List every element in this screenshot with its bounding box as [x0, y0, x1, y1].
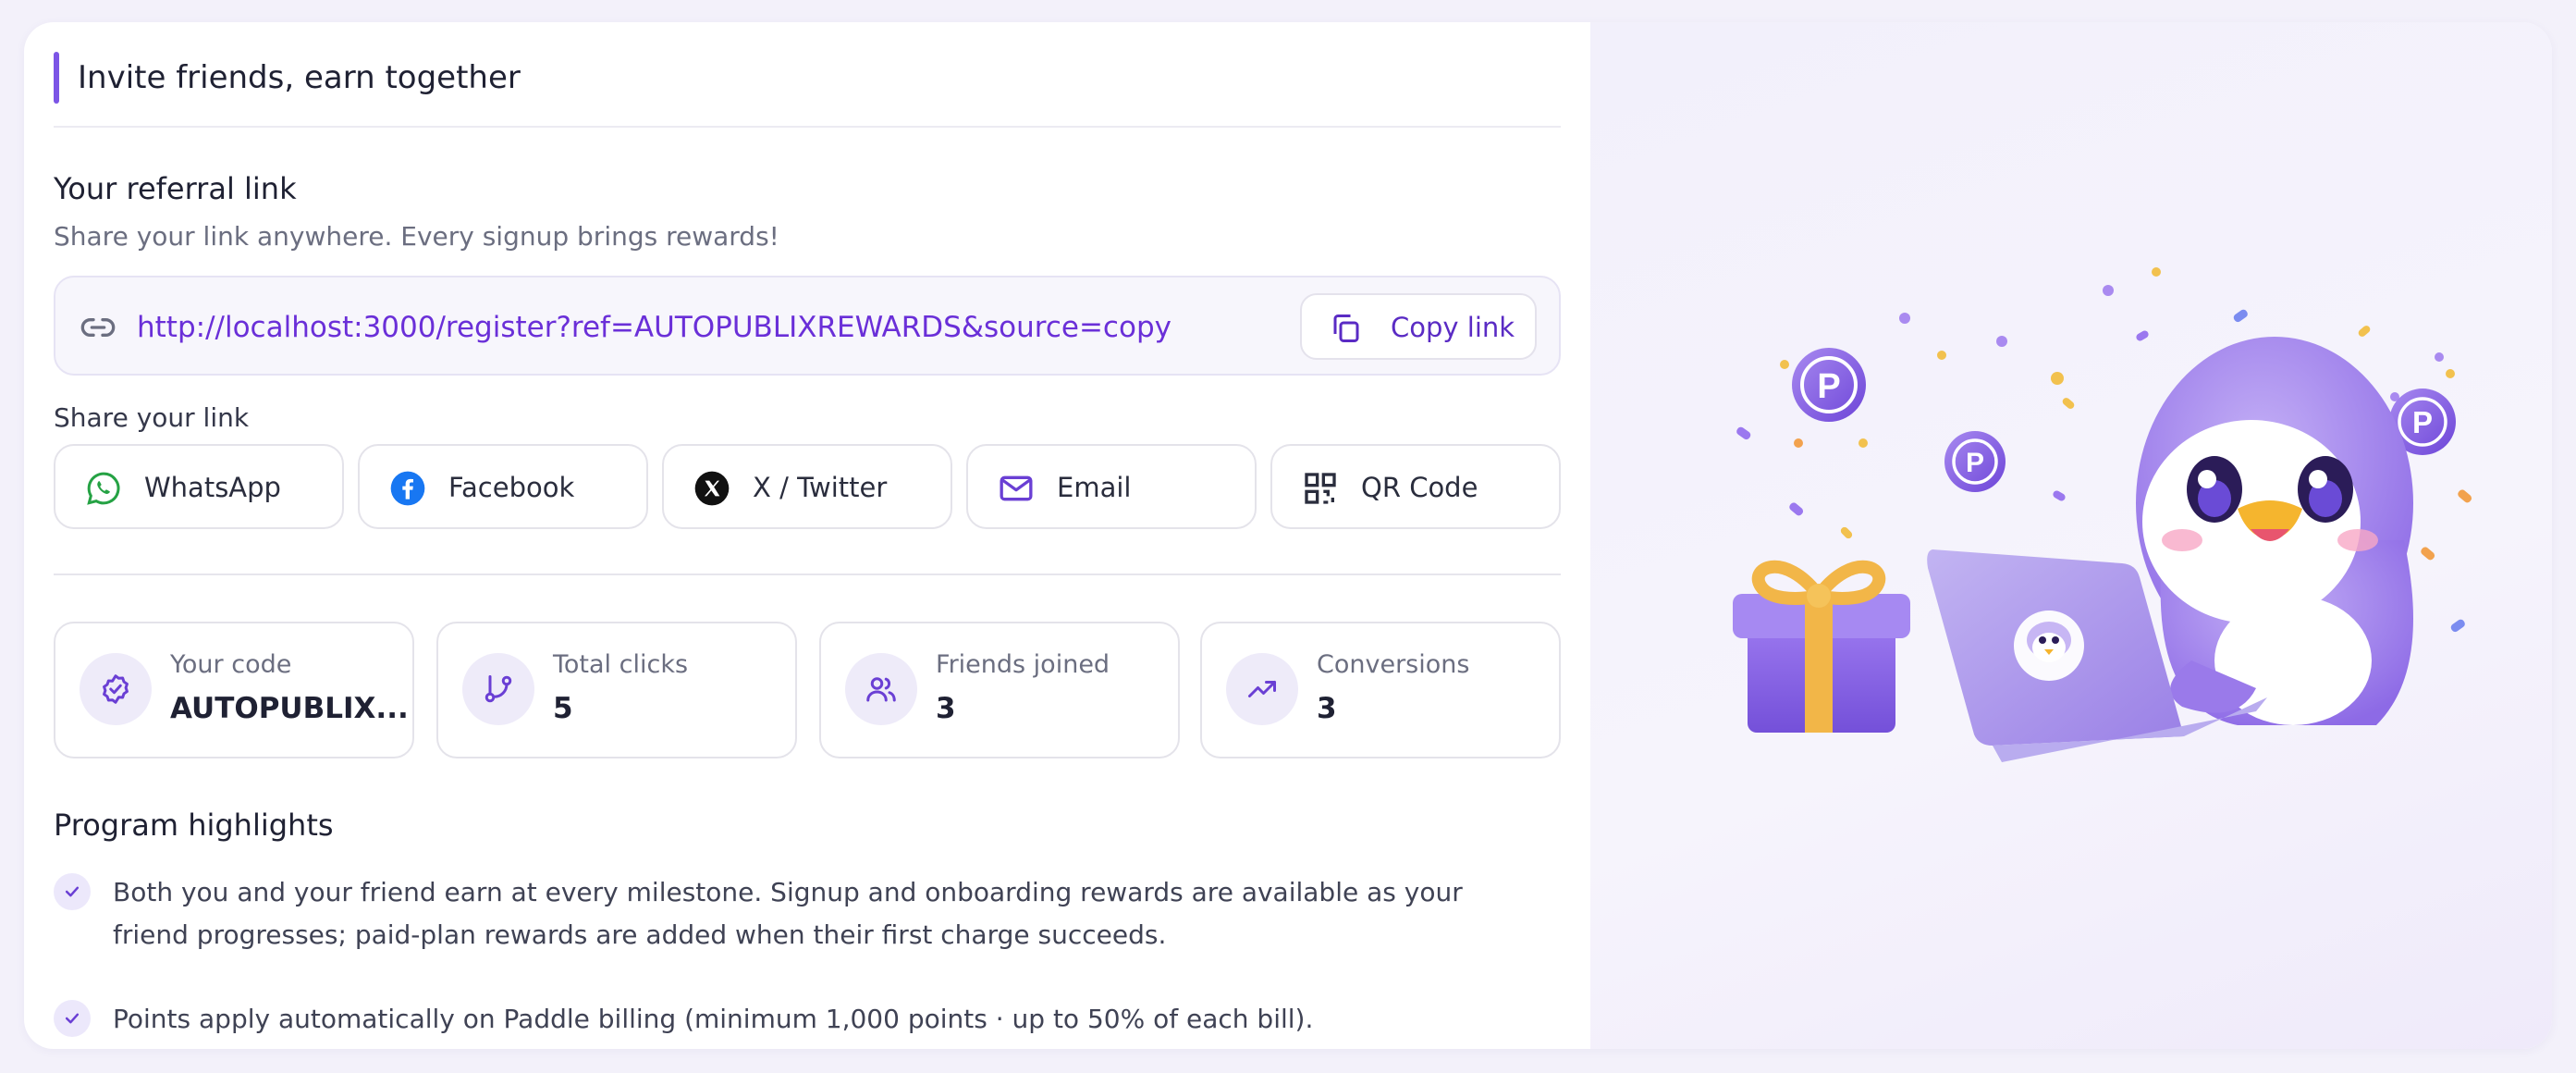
- highlight-text: Both you and your friend earn at every m…: [113, 877, 1463, 950]
- mail-icon: [1000, 475, 1033, 501]
- share-section-label: Share your link: [54, 402, 250, 433]
- referral-panel: Invite friends, earn together Your refer…: [24, 22, 1590, 1049]
- whatsapp-icon: [87, 472, 120, 505]
- share-facebook-label: Facebook: [448, 472, 575, 503]
- share-email-label: Email: [1057, 472, 1132, 503]
- x-twitter-icon: [694, 471, 730, 506]
- copy-icon: [1333, 314, 1359, 342]
- facebook-icon: [390, 471, 425, 506]
- referral-link-text[interactable]: http://localhost:3000/register?ref=AUTOP…: [137, 307, 1171, 348]
- stat-label: Your code: [170, 650, 292, 679]
- share-qr-code-button[interactable]: QR Code: [1270, 444, 1561, 529]
- stat-card-friends-joined: Friends joined 3: [819, 622, 1180, 758]
- stat-value: AUTOPUBLIX...: [170, 692, 409, 725]
- svg-text:P: P: [1966, 448, 1984, 478]
- link-icon: [80, 318, 116, 337]
- badge-check-icon: [103, 674, 129, 704]
- referral-link-subtitle: Share your link anywhere. Every signup b…: [54, 221, 779, 252]
- referral-link-box: http://localhost:3000/register?ref=AUTOP…: [54, 276, 1561, 376]
- penguin: [2136, 337, 2413, 725]
- check-icon: [65, 1013, 80, 1024]
- highlight-item: Both you and your friend earn at every m…: [54, 871, 1561, 956]
- copy-link-button[interactable]: Copy link: [1300, 293, 1537, 360]
- title-accent-bar: [54, 52, 59, 104]
- copy-link-label: Copy link: [1391, 312, 1515, 343]
- trending-up-icon: [1248, 681, 1276, 697]
- stat-card-total-clicks: Total clicks 5: [436, 622, 797, 758]
- stat-value: 5: [553, 692, 573, 725]
- stat-label: Conversions: [1317, 650, 1470, 679]
- point-coin: P: [1792, 348, 1866, 422]
- divider: [54, 126, 1561, 128]
- divider: [54, 574, 1561, 575]
- highlights-title: Program highlights: [54, 808, 334, 843]
- stat-card-your-code: Your code AUTOPUBLIX...: [54, 622, 414, 758]
- qr-code-icon: [1305, 473, 1336, 504]
- point-coin: P: [1944, 431, 2006, 492]
- illustration-panel: P P P: [1590, 22, 2552, 1049]
- stat-label: Friends joined: [936, 650, 1110, 679]
- highlight-item: Points apply automatically on Paddle bil…: [54, 998, 1561, 1041]
- referral-link-title: Your referral link: [54, 171, 297, 206]
- share-whatsapp-button[interactable]: WhatsApp: [54, 444, 344, 529]
- share-facebook-button[interactable]: Facebook: [358, 444, 648, 529]
- penguin-mascot-illustration: P P P: [1733, 267, 2472, 762]
- gift-box: [1733, 561, 1910, 733]
- svg-text:P: P: [1817, 367, 1840, 406]
- share-x-twitter-button[interactable]: X / Twitter: [662, 444, 952, 529]
- share-whatsapp-label: WhatsApp: [144, 472, 281, 503]
- stat-label: Total clicks: [553, 650, 689, 679]
- referral-card: Invite friends, earn together Your refer…: [24, 22, 2552, 1049]
- share-qr-code-label: QR Code: [1361, 472, 1478, 503]
- share-email-button[interactable]: Email: [966, 444, 1257, 529]
- highlight-text: Points apply automatically on Paddle bil…: [113, 1004, 1314, 1034]
- page-title: Invite friends, earn together: [78, 59, 521, 96]
- share-x-twitter-label: X / Twitter: [753, 472, 888, 503]
- stat-card-conversions: Conversions 3: [1200, 622, 1561, 758]
- git-branch-icon: [485, 675, 512, 703]
- svg-text:P: P: [2412, 405, 2433, 439]
- check-icon: [65, 886, 80, 897]
- stat-value: 3: [1317, 692, 1337, 725]
- stat-value: 3: [936, 692, 956, 725]
- users-icon: [866, 677, 896, 702]
